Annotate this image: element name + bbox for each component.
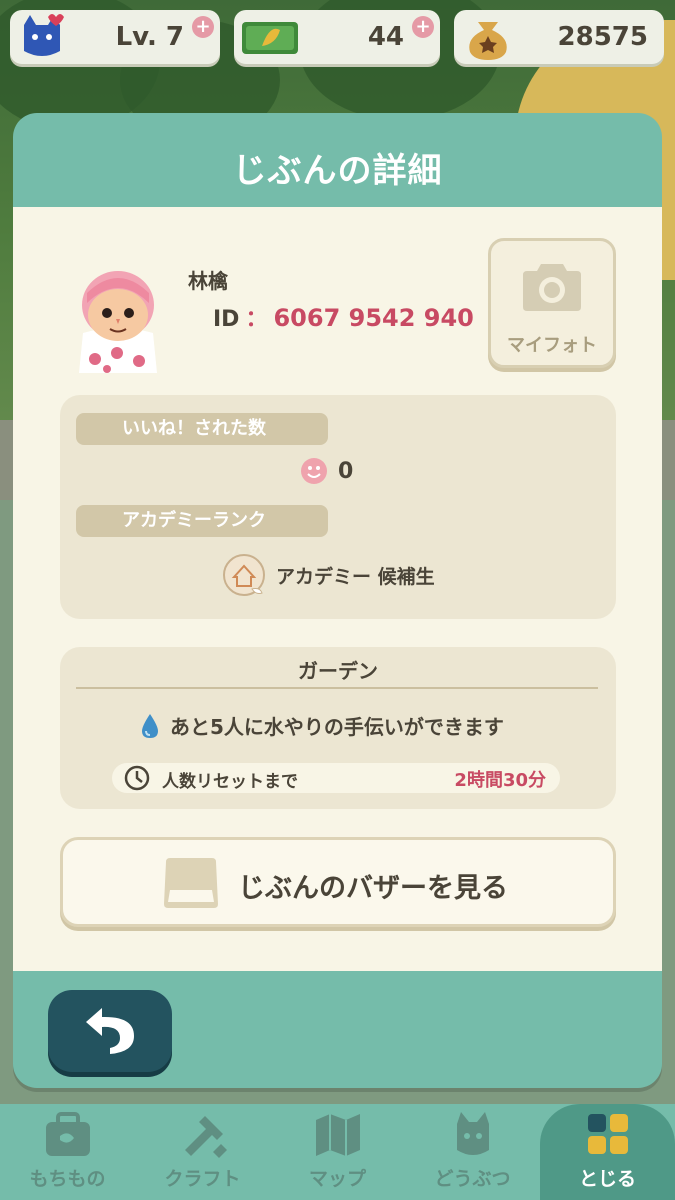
academy-badge-icon bbox=[223, 554, 265, 596]
leaf-ticket-icon bbox=[242, 22, 298, 54]
water-drop-icon bbox=[142, 713, 158, 738]
my-photo-label: マイフォト bbox=[507, 335, 597, 356]
bazaar-box-icon bbox=[164, 858, 218, 908]
reset-time: 2時間30分 bbox=[454, 770, 546, 791]
nav-item-animals[interactable]: どうぶつ bbox=[405, 1104, 540, 1200]
status-bar: Lv. 7 + 44 + 28575 bbox=[10, 10, 665, 66]
camera-icon bbox=[523, 264, 581, 311]
garden-title: ガーデン bbox=[298, 659, 378, 683]
bottom-nav: もちもの クラフト マップ どうぶつ とじる bbox=[0, 1104, 675, 1200]
bells-pill[interactable]: 28575 bbox=[454, 10, 664, 64]
watering-row: あと5人に水やりの手伝いができます bbox=[140, 711, 504, 740]
view-bazaar-button[interactable]: じぶんのバザーを見る bbox=[60, 837, 616, 927]
watering-text: あと5人に水やりの手伝いができます bbox=[170, 715, 504, 739]
tickets-value: 44 bbox=[367, 22, 404, 52]
hammer-icon bbox=[185, 1116, 227, 1158]
grid-icon bbox=[588, 1114, 628, 1154]
player-id-value: 6067 9542 940 bbox=[273, 304, 474, 332]
nav-item-craft[interactable]: クラフト bbox=[135, 1104, 270, 1200]
back-button[interactable] bbox=[48, 990, 172, 1072]
id-colon: ： bbox=[245, 307, 268, 332]
tickets-plus-badge: + bbox=[412, 16, 434, 38]
my-photo-button[interactable]: マイフォト bbox=[488, 238, 616, 368]
nav-label-items: もちもの bbox=[29, 1168, 106, 1190]
bag-icon bbox=[46, 1112, 90, 1156]
reset-timer-bar: 人数リセットまで 2時間30分 bbox=[112, 763, 560, 793]
level-plus-badge: + bbox=[192, 16, 214, 38]
timer-icon bbox=[124, 765, 150, 791]
nav-item-map[interactable]: マップ bbox=[270, 1104, 405, 1200]
avatar bbox=[79, 271, 157, 373]
player-id-row: ID ： 6067 9542 940 bbox=[213, 301, 474, 333]
academy-rank-label: アカデミーランク bbox=[76, 505, 328, 537]
stats-card: いいね！された数 0 アカデミーランク アカデミー 候補生 bbox=[60, 395, 616, 619]
profile-details-modal: じぶんの詳細 林檎 ID ： 6067 9542 940 マイフォト いいね！さ… bbox=[13, 113, 662, 1088]
garden-card: ガーデン あと5人に水やりの手伝いができます 人数リセットまで 2時間30分 bbox=[60, 647, 616, 809]
academy-rank-row: アカデミー 候補生 bbox=[222, 553, 435, 597]
nav-item-close[interactable]: とじる bbox=[540, 1104, 675, 1200]
nav-label-animals: どうぶつ bbox=[434, 1168, 511, 1190]
animal-icon bbox=[457, 1112, 489, 1155]
map-icon bbox=[316, 1114, 360, 1156]
nav-item-items[interactable]: もちもの bbox=[0, 1104, 135, 1200]
cat-heart-icon bbox=[24, 14, 64, 56]
likes-row: 0 bbox=[300, 457, 353, 485]
nav-label-map: マップ bbox=[308, 1168, 366, 1190]
tickets-pill[interactable]: 44 + bbox=[234, 10, 440, 64]
nav-label-close: とじる bbox=[578, 1168, 636, 1190]
smiley-icon bbox=[301, 458, 327, 484]
nav-label-craft: クラフト bbox=[164, 1168, 241, 1190]
bells-value: 28575 bbox=[557, 22, 648, 52]
level-value: Lv. 7 bbox=[115, 22, 184, 52]
likes-value: 0 bbox=[338, 458, 354, 484]
view-bazaar-label: じぶんのバザーを見る bbox=[238, 873, 508, 904]
academy-rank-value: アカデミー 候補生 bbox=[276, 565, 435, 588]
id-label: ID bbox=[213, 307, 240, 332]
reset-label: 人数リセットまで bbox=[162, 772, 298, 792]
garden-divider bbox=[76, 687, 598, 689]
player-name: 林檎 bbox=[188, 269, 228, 293]
level-pill[interactable]: Lv. 7 + bbox=[10, 10, 220, 64]
likes-label: いいね！された数 bbox=[76, 413, 328, 445]
modal-title: じぶんの詳細 bbox=[232, 151, 443, 191]
bell-bag-icon bbox=[469, 22, 507, 60]
back-arrow-icon bbox=[86, 1008, 134, 1054]
